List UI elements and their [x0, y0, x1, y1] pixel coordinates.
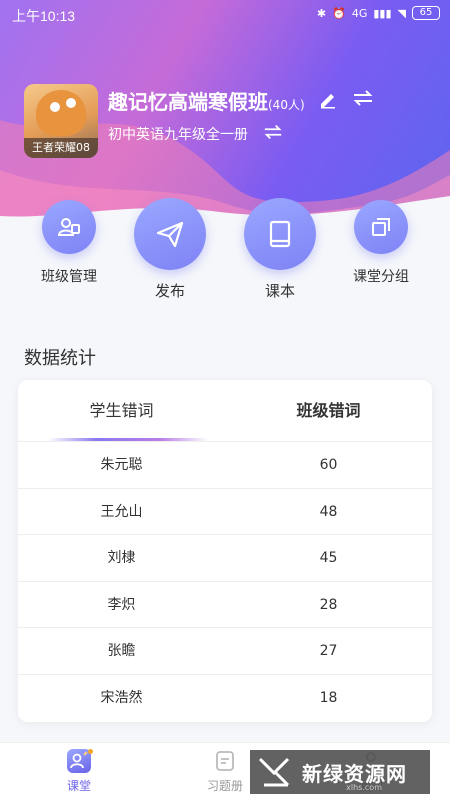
watermark: 新绿资源网 xlhs.com: [250, 750, 430, 794]
class-title: 趣记忆高端寒假班(40人): [108, 86, 305, 115]
class-group-label: 课堂分组: [353, 269, 409, 285]
student-name: 李炽: [107, 596, 136, 613]
class-group-button[interactable]: 课堂分组: [344, 200, 418, 286]
network-label: 4G: [351, 6, 368, 20]
battery-icon: 65: [412, 6, 440, 20]
student-name: 刘棣: [107, 550, 136, 567]
tab-student-errors[interactable]: 学生错词: [18, 380, 225, 441]
edit-icon[interactable]: [318, 89, 338, 113]
class-count: (40人): [268, 98, 305, 112]
watermark-sub: xlhs.com: [346, 783, 382, 792]
book-icon: [244, 198, 316, 270]
nav-classroom-label: 课堂: [66, 779, 91, 793]
class-name: 趣记忆高端寒假班: [108, 90, 268, 114]
status-time: 上午10:13: [12, 8, 76, 24]
status-bar: 上午10:13 ✱ ⏰ 4G ▮▮▮ ◥ 65: [0, 0, 450, 30]
stats-tabs: 学生错词 班级错词: [18, 380, 432, 442]
table-row[interactable]: 张瞻 27: [18, 628, 432, 675]
table-row[interactable]: 朱元聪 60: [18, 442, 432, 489]
student-name: 朱元聪: [100, 457, 143, 473]
student-name: 王允山: [100, 503, 143, 520]
error-count: 18: [319, 689, 338, 706]
table-row[interactable]: 刘棣 45: [18, 535, 432, 582]
error-count: 45: [319, 550, 338, 567]
signal-icon: ▮▮▮: [373, 6, 392, 20]
error-count: 28: [319, 596, 338, 613]
group-icon: [354, 200, 408, 254]
class-avatar[interactable]: 王者荣耀08: [24, 84, 98, 158]
watermark-logo-icon: [258, 757, 290, 787]
tab-class-errors[interactable]: 班级错词: [225, 380, 432, 441]
error-count: 60: [319, 457, 338, 473]
dino-eye: [66, 98, 76, 108]
notification-dot: [88, 749, 93, 754]
class-manage-icon: [42, 200, 96, 254]
tab-indicator: [48, 438, 208, 441]
textbook-button[interactable]: 课本: [243, 198, 317, 301]
publish-button[interactable]: 发布: [133, 198, 207, 301]
status-icons: ✱ ⏰ 4G ▮▮▮ ◥ 65: [317, 6, 440, 20]
table-row[interactable]: 李炽 28: [18, 582, 432, 629]
student-name: 张瞻: [107, 643, 136, 660]
textbook-label: 课本: [264, 282, 295, 300]
wifi-icon: ◥: [397, 6, 406, 20]
dino-illustration: [36, 90, 86, 136]
error-count: 27: [319, 643, 338, 660]
class-subtitle: 初中英语九年级全一册: [108, 127, 248, 143]
alarm-icon: ⏰: [332, 6, 346, 20]
table-row[interactable]: 宋浩然 18: [18, 675, 432, 722]
class-manage-button[interactable]: 班级管理: [34, 200, 104, 286]
class-manage-label: 班级管理: [41, 269, 97, 285]
error-count: 48: [319, 503, 338, 520]
switch-book-icon[interactable]: [263, 124, 283, 144]
publish-icon: [134, 198, 206, 270]
switch-class-icon[interactable]: [352, 90, 374, 110]
table-row[interactable]: 王允山 48: [18, 489, 432, 536]
bluetooth-icon: ✱: [316, 6, 327, 20]
dino-eye: [50, 102, 60, 112]
publish-label: 发布: [154, 282, 185, 300]
workbook-icon: [213, 749, 237, 773]
stats-card: 学生错词 班级错词 朱元聪 60 王允山 48 刘棣 45 李炽 28 张瞻 2…: [18, 380, 432, 722]
student-name: 宋浩然: [100, 689, 143, 706]
stats-title: 数据统计: [24, 348, 96, 369]
nav-classroom[interactable]: 课堂: [44, 749, 114, 794]
avatar-caption: 王者荣耀08: [24, 138, 98, 158]
